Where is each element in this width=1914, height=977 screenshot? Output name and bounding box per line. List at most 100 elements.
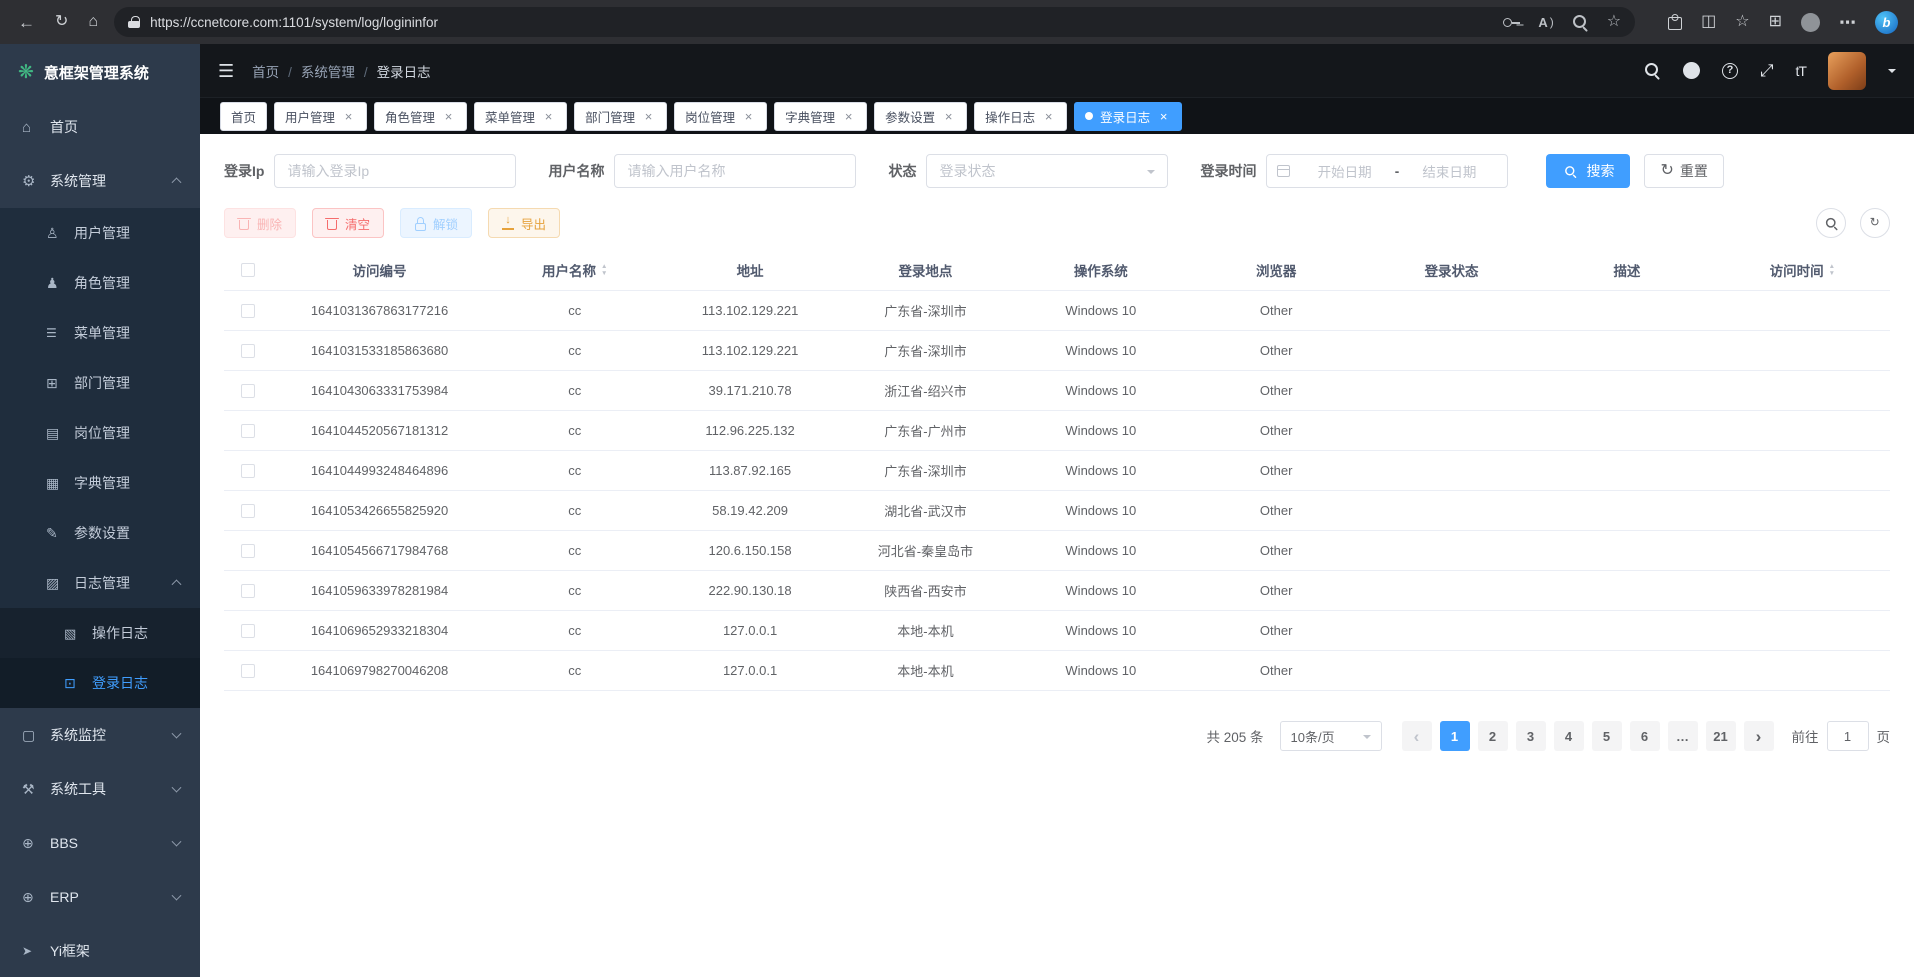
github-icon[interactable] (1683, 62, 1700, 79)
close-icon[interactable] (541, 109, 556, 124)
close-icon[interactable] (341, 109, 356, 124)
sidebar-item[interactable]: 用户管理 (0, 208, 200, 258)
page-button[interactable]: 4 (1554, 721, 1584, 751)
sidebar-item[interactable]: 系统监控 (0, 708, 200, 762)
close-icon[interactable] (641, 109, 656, 124)
row-checkbox[interactable] (241, 664, 255, 678)
close-icon[interactable] (741, 109, 756, 124)
sidebar-item[interactable]: 菜单管理 (0, 308, 200, 358)
user-avatar[interactable] (1828, 52, 1866, 90)
page-button[interactable]: 3 (1516, 721, 1546, 751)
row-checkbox[interactable] (241, 624, 255, 638)
hamburger-icon[interactable] (218, 62, 234, 80)
view-tab[interactable]: 首页 (220, 102, 267, 131)
breadcrumb-system[interactable]: 系统管理 (279, 61, 355, 81)
close-icon[interactable] (841, 109, 856, 124)
select-all-checkbox[interactable] (241, 263, 255, 277)
fullscreen-icon[interactable] (1760, 62, 1774, 79)
row-checkbox[interactable] (241, 304, 255, 318)
address-bar[interactable]: https://ccnetcore.com:1101/system/log/lo… (114, 7, 1635, 37)
sidebar-item[interactable]: 系统工具 (0, 762, 200, 816)
row-checkbox[interactable] (241, 384, 255, 398)
action-button[interactable]: 删除 (224, 208, 296, 238)
sidebar-item[interactable]: 系统管理 (0, 154, 200, 208)
sort-icon[interactable] (1829, 263, 1835, 277)
status-select[interactable]: 登录状态 (926, 154, 1168, 188)
favorite-add-icon[interactable] (1607, 14, 1621, 30)
view-tab[interactable]: 角色管理 (374, 102, 467, 131)
view-tab[interactable]: 部门管理 (574, 102, 667, 131)
login-ip-input[interactable] (274, 154, 516, 188)
split-screen-icon[interactable] (1701, 14, 1716, 30)
sidebar-item[interactable]: 部门管理 (0, 358, 200, 408)
login-time-range[interactable]: 开始日期 - 结束日期 (1266, 154, 1508, 188)
more-icon[interactable] (1839, 14, 1856, 31)
view-tab[interactable]: 操作日志 (974, 102, 1067, 131)
action-button[interactable]: 导出 (488, 208, 560, 238)
close-icon[interactable] (941, 109, 956, 124)
sidebar-item[interactable]: BBS (0, 816, 200, 870)
view-tab[interactable]: 用户管理 (274, 102, 367, 131)
view-tab[interactable]: 岗位管理 (674, 102, 767, 131)
goto-page-input[interactable] (1827, 721, 1869, 751)
date-start[interactable]: 开始日期 (1296, 161, 1392, 181)
sidebar-item[interactable]: 首页 (0, 100, 200, 154)
search-button[interactable]: 搜索 (1546, 154, 1630, 188)
zoom-out-icon[interactable] (1572, 14, 1589, 31)
page-button[interactable]: 5 (1592, 721, 1622, 751)
font-size-icon[interactable] (1796, 64, 1806, 78)
help-icon[interactable] (1722, 63, 1738, 79)
refresh-icon[interactable] (55, 14, 68, 30)
view-tab[interactable]: 登录日志 (1074, 102, 1182, 131)
bing-icon[interactable] (1875, 11, 1898, 34)
action-button[interactable]: 清空 (312, 208, 384, 238)
page-button[interactable]: 6 (1630, 721, 1660, 751)
page-button[interactable]: 21 (1706, 721, 1736, 751)
caret-down-icon[interactable] (1888, 64, 1896, 77)
extensions-icon[interactable] (1667, 14, 1682, 30)
sidebar-item[interactable]: 登录日志 (0, 658, 200, 708)
sort-icon[interactable] (601, 263, 607, 277)
row-checkbox[interactable] (241, 544, 255, 558)
breadcrumb-home[interactable]: 首页 (252, 61, 279, 81)
back-icon[interactable] (18, 14, 35, 31)
row-checkbox[interactable] (241, 344, 255, 358)
user-name-input[interactable] (614, 154, 856, 188)
read-aloud-icon[interactable] (1538, 16, 1553, 29)
view-tab[interactable]: 菜单管理 (474, 102, 567, 131)
sidebar-item[interactable]: 岗位管理 (0, 408, 200, 458)
page-size-select[interactable]: 10条/页 (1280, 721, 1382, 751)
browser-home-icon[interactable] (88, 14, 98, 30)
view-tab[interactable]: 字典管理 (774, 102, 867, 131)
sidebar-item[interactable]: Yi框架 (0, 924, 200, 977)
action-button[interactable]: 解锁 (400, 208, 472, 238)
collections-icon[interactable] (1769, 14, 1782, 30)
sidebar-item[interactable]: 操作日志 (0, 608, 200, 658)
row-checkbox[interactable] (241, 464, 255, 478)
sidebar-item[interactable]: 参数设置 (0, 508, 200, 558)
favorites-icon[interactable] (1735, 14, 1749, 30)
row-checkbox[interactable] (241, 424, 255, 438)
row-checkbox[interactable] (241, 584, 255, 598)
date-end[interactable]: 结束日期 (1401, 161, 1497, 181)
password-key-icon[interactable] (1503, 14, 1520, 30)
close-icon[interactable] (1156, 109, 1171, 124)
url-text[interactable]: https://ccnetcore.com:1101/system/log/lo… (150, 15, 438, 30)
close-icon[interactable] (1041, 109, 1056, 124)
search-icon[interactable] (1644, 62, 1661, 79)
sidebar-item[interactable]: 角色管理 (0, 258, 200, 308)
page-button[interactable]: … (1668, 721, 1698, 751)
sidebar-item[interactable]: 字典管理 (0, 458, 200, 508)
table-tool-button[interactable] (1860, 208, 1890, 238)
sidebar-item[interactable]: 日志管理 (0, 558, 200, 608)
reset-button[interactable]: 重置 (1644, 154, 1723, 188)
page-button[interactable]: 2 (1478, 721, 1508, 751)
profile-icon[interactable] (1801, 13, 1820, 32)
row-checkbox[interactable] (241, 504, 255, 518)
sidebar-item[interactable]: ERP (0, 870, 200, 924)
table-tool-button[interactable] (1816, 208, 1846, 238)
page-button[interactable]: 1 (1440, 721, 1470, 751)
prev-page-button[interactable] (1402, 721, 1432, 751)
next-page-button[interactable] (1744, 721, 1774, 751)
close-icon[interactable] (441, 109, 456, 124)
